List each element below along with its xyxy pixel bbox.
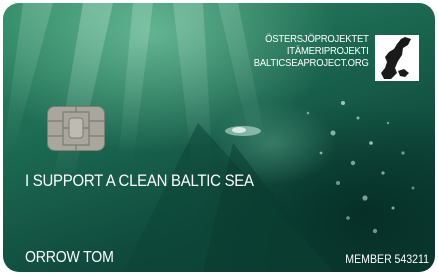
member-id: MEMBER 543211 [345,254,429,266]
project-name-finnish: ITÄMERIPROJEKTI [287,45,369,57]
emv-chip-icon [47,106,105,151]
project-website: BALTICSEAPROJECT.ORG [254,57,369,69]
project-names: ÖSTERSJÖPROJEKTET ITÄMERIPROJEKTI BALTIC… [254,33,369,69]
card-slogan: I SUPPORT A CLEAN BALTIC SEA [25,171,254,190]
member-label: MEMBER [345,254,392,266]
membership-card: ÖSTERSJÖPROJEKTET ITÄMERIPROJEKTI BALTIC… [3,3,435,272]
baltic-sea-map-icon [375,35,419,81]
member-number: 543211 [394,254,429,266]
project-name-swedish: ÖSTERSJÖPROJEKTET [265,33,369,45]
cardholder-name: ORROW TOM [25,249,114,266]
